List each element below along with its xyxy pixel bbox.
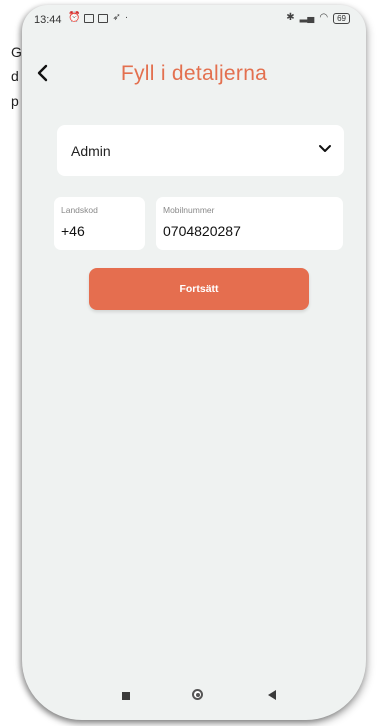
nav-back-icon[interactable] xyxy=(268,690,276,700)
home-icon[interactable] xyxy=(192,689,203,700)
signal-icon: ▂▄ xyxy=(299,12,315,23)
mobile-number-label: Mobilnummer xyxy=(163,205,215,215)
page-title: Fyll i detaljerna xyxy=(120,62,268,85)
status-icons-right: ✱ ▂▄ ◠ 69 xyxy=(286,12,350,24)
battery-icon: 69 xyxy=(333,12,350,24)
mobile-number-value: 0704820287 xyxy=(163,223,241,239)
country-code-label: Landskod xyxy=(61,205,98,215)
bluetooth-icon: ✱ xyxy=(286,12,295,23)
country-code-value: +46 xyxy=(61,223,85,239)
calendar-icon xyxy=(98,13,109,23)
background-text-g: G xyxy=(11,44,22,60)
recent-apps-icon[interactable] xyxy=(122,692,130,700)
role-dropdown[interactable]: Admin xyxy=(57,125,344,176)
status-time: 13:44 xyxy=(34,14,62,26)
background-text-d: d xyxy=(11,68,19,84)
continue-button[interactable]: Fortsätt xyxy=(89,268,309,310)
phone-screen: 13:44 ⏰ ➶ · ✱ ▂▄ ◠ 69 Fyll i detaljerna … xyxy=(22,5,366,720)
country-code-field[interactable]: Landskod +46 xyxy=(54,197,145,250)
mobile-number-field[interactable]: Mobilnummer 0704820287 xyxy=(156,197,343,250)
alarm-icon: ⏰ xyxy=(68,12,81,23)
wifi-icon: ◠ xyxy=(319,12,329,23)
role-selected-value: Admin xyxy=(71,143,111,159)
status-bar: 13:44 ⏰ ➶ · ✱ ▂▄ ◠ 69 xyxy=(22,5,366,35)
dot-icon: · xyxy=(124,12,129,23)
bird-icon: ➶ xyxy=(112,12,121,23)
background-text-p: p xyxy=(11,93,19,109)
android-nav-bar xyxy=(22,675,366,720)
chevron-down-icon xyxy=(319,145,331,152)
message-icon xyxy=(84,13,95,23)
status-icons-left: ⏰ ➶ · xyxy=(68,12,128,24)
